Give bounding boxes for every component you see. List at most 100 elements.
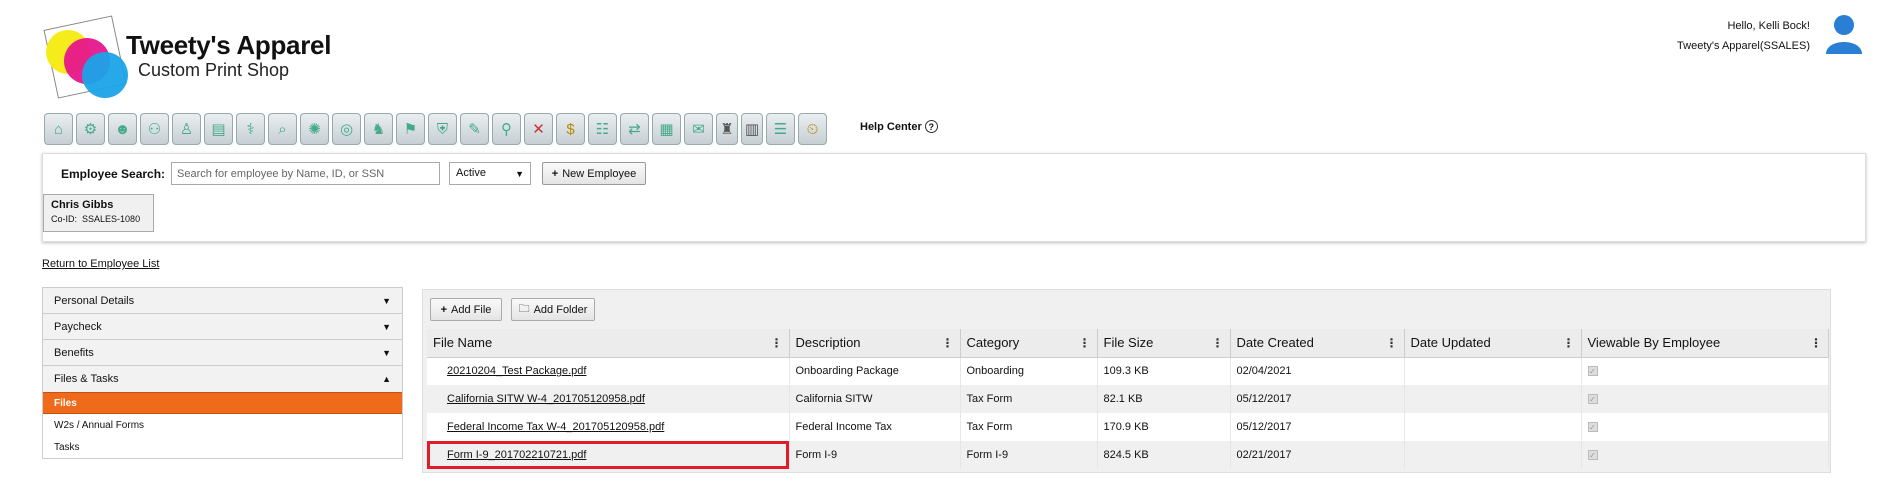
table-row: Federal Income Tax W-4_201705120958.pdf …	[427, 413, 1829, 441]
column-menu-icon[interactable]: ⋮	[942, 336, 954, 350]
file-date-created: 05/12/2017	[1230, 385, 1405, 413]
time-off-icon[interactable]: ⏲	[798, 113, 827, 145]
employee-search-input[interactable]	[171, 162, 440, 185]
file-date-created: 02/04/2021	[1230, 357, 1405, 385]
home-icon[interactable]: ⌂	[44, 113, 73, 145]
chevron-down-icon: ▼	[515, 169, 524, 179]
column-header-label: Description	[795, 335, 861, 351]
column-header-file-name[interactable]: File Name ⋮	[427, 329, 790, 358]
security-icon[interactable]: ⛨	[428, 113, 457, 145]
file-category: Tax Form	[960, 385, 1098, 413]
hr-icon[interactable]: ♞	[364, 113, 393, 145]
file-name-link[interactable]: Federal Income Tax W-4_201705120958.pdf	[427, 413, 790, 441]
brand-subtitle: Custom Print Shop	[138, 60, 290, 80]
settings-icon[interactable]: ✺	[300, 113, 329, 145]
nav-item-w2s-annual-forms[interactable]: W2s / Annual Forms	[43, 414, 402, 436]
nav-section-label: Files & Tasks	[54, 373, 119, 385]
review-icon[interactable]: ⚲	[492, 113, 521, 145]
employee-coid: Co-ID: SSALES-1080	[51, 214, 146, 224]
file-date-updated	[1404, 441, 1582, 469]
employee-card[interactable]: Chris Gibbs Co-ID: SSALES-1080	[43, 194, 154, 232]
compliance-icon[interactable]: ✎	[460, 113, 489, 145]
employee-left-nav: Personal Details ▼ Paycheck ▼ Benefits ▼…	[42, 287, 403, 459]
documents-icon[interactable]: ✉	[684, 113, 713, 145]
team-icon[interactable]: ☻	[108, 113, 137, 145]
user-avatar-icon[interactable]	[1822, 12, 1866, 56]
nav-section-files-tasks[interactable]: Files & Tasks ▲	[43, 366, 402, 392]
column-header-date-updated[interactable]: Date Updated ⋮	[1404, 329, 1582, 358]
user-greeting: Hello, Kelli Bock!	[1727, 20, 1810, 32]
column-menu-icon[interactable]: ⋮	[1810, 336, 1822, 350]
add-file-button[interactable]: + Add File	[430, 298, 502, 321]
plus-icon: +	[551, 167, 559, 180]
column-header-label: Date Created	[1236, 335, 1314, 351]
nav-section-label: Benefits	[54, 346, 94, 359]
analytics-icon[interactable]: ⌕	[268, 113, 297, 145]
nav-item-tasks[interactable]: Tasks	[43, 436, 402, 458]
groups-icon[interactable]: ☷	[588, 113, 617, 145]
file-description: Form I-9	[789, 441, 961, 469]
column-menu-icon[interactable]: ⋮	[771, 336, 783, 350]
column-header-category[interactable]: Category ⋮	[960, 329, 1098, 358]
employee-search-label: Employee Search:	[61, 167, 166, 181]
file-date-updated	[1404, 357, 1582, 385]
table-row: 20210204_Test Package.pdf Onboarding Pac…	[427, 357, 1829, 385]
payroll-icon[interactable]: ⚙	[76, 113, 105, 145]
report-icon[interactable]: ▤	[204, 113, 233, 145]
employee-status-select[interactable]: Active ▼	[449, 162, 531, 185]
gift-icon[interactable]: ♜	[716, 113, 738, 145]
files-table: File Name ⋮ Description ⋮ Category ⋮ File S…	[427, 329, 1829, 469]
money-icon[interactable]: $	[556, 113, 585, 145]
new-employee-button[interactable]: + New Employee	[542, 162, 646, 185]
column-header-label: Category	[966, 335, 1020, 351]
column-menu-icon[interactable]: ⋮	[1079, 336, 1091, 350]
file-size: 824.5 KB	[1097, 441, 1231, 469]
remove-icon[interactable]: ✕	[524, 113, 553, 145]
viewable-checkbox[interactable]: ✓	[1587, 450, 1598, 460]
main-toolbar: ⌂ ⚙ ☻ ⚇ ♙ ▤ ⚕ ⌕ ✺ ◎ ♞ ⚑ ⛨ ✎ ⚲ ✕ $ ☷ ⇄ ▦ …	[44, 113, 827, 145]
add-folder-button[interactable]: 🗀 Add Folder	[511, 298, 595, 321]
viewable-checkbox[interactable]: ✓	[1587, 422, 1598, 432]
schedule-icon[interactable]: ▦	[652, 113, 681, 145]
transfer-icon[interactable]: ⇄	[620, 113, 649, 145]
brand-title: Tweety's Apparel	[126, 30, 332, 60]
file-category: Onboarding	[960, 357, 1098, 385]
file-date-updated	[1404, 385, 1582, 413]
directory-icon[interactable]: ☰	[766, 113, 795, 145]
file-icon[interactable]: ▥	[741, 113, 763, 145]
column-header-file-size[interactable]: File Size ⋮	[1097, 329, 1231, 358]
help-center-link[interactable]: Help Center ?	[860, 120, 938, 133]
nav-item-files[interactable]: Files	[43, 392, 402, 414]
target-icon[interactable]: ◎	[332, 113, 361, 145]
column-header-date-created[interactable]: Date Created ⋮	[1230, 329, 1405, 358]
file-name-link[interactable]: 20210204_Test Package.pdf	[427, 357, 790, 385]
column-header-viewable-by-employee[interactable]: Viewable By Employee ⋮	[1581, 329, 1829, 358]
benefits-icon[interactable]: ⚕	[236, 113, 265, 145]
viewable-checkbox[interactable]: ✓	[1587, 394, 1598, 404]
user-info: Hello, Kelli Bock! Tweety's Apparel(SSAL…	[1677, 16, 1810, 56]
file-name-link[interactable]: Form I-9_201702210721.pdf	[427, 441, 790, 469]
file-size: 109.3 KB	[1097, 357, 1231, 385]
nav-section-benefits[interactable]: Benefits ▼	[43, 340, 402, 366]
file-category: Form I-9	[960, 441, 1098, 469]
nav-section-personal-details[interactable]: Personal Details ▼	[43, 288, 402, 314]
org-chart-icon[interactable]: ⚇	[140, 113, 169, 145]
column-menu-icon[interactable]: ⋮	[1212, 336, 1224, 350]
return-to-employee-list-link[interactable]: Return to Employee List	[42, 258, 159, 270]
table-header-row: File Name ⋮ Description ⋮ Category ⋮ File S…	[427, 329, 1829, 358]
column-menu-icon[interactable]: ⋮	[1386, 336, 1398, 350]
question-icon: ?	[924, 120, 938, 133]
help-center-label: Help Center	[860, 120, 922, 133]
file-description: Onboarding Package	[789, 357, 961, 385]
logo-cyan-circle	[82, 52, 128, 98]
viewable-cell: ✓	[1581, 385, 1829, 413]
file-name-link[interactable]: California SITW W-4_201705120958.pdf	[427, 385, 790, 413]
viewable-checkbox[interactable]: ✓	[1587, 366, 1598, 377]
file-date-created: 05/12/2017	[1230, 413, 1405, 441]
onboarding-icon[interactable]: ⚑	[396, 113, 425, 145]
column-menu-icon[interactable]: ⋮	[1563, 336, 1575, 350]
nav-section-paycheck[interactable]: Paycheck ▼	[43, 314, 402, 340]
employee-tree-icon[interactable]: ♙	[172, 113, 201, 145]
column-header-description[interactable]: Description ⋮	[789, 329, 961, 358]
add-file-label: Add File	[451, 303, 492, 316]
